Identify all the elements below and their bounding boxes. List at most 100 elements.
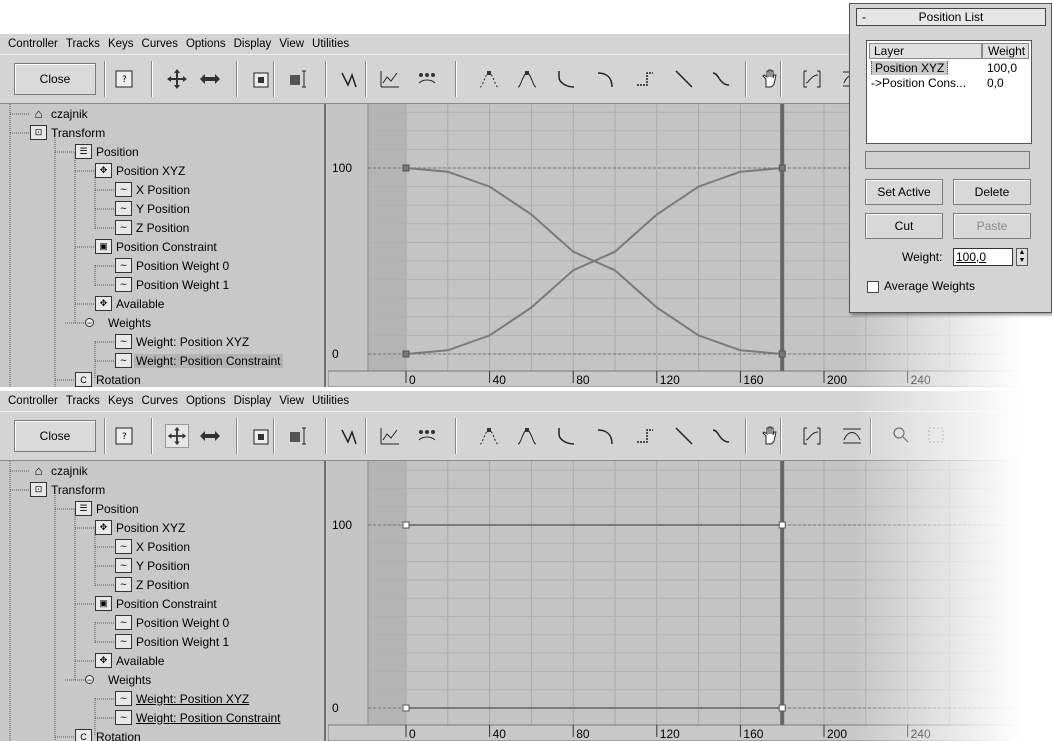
set-active-button[interactable]: Set Active — [865, 179, 943, 205]
weight-input[interactable]: 100,0 — [953, 248, 1013, 266]
layer-row[interactable]: Position XYZ 100,0 — [869, 61, 1029, 75]
tangent-smooth-icon[interactable] — [709, 67, 733, 91]
scale-values-icon[interactable] — [287, 424, 311, 448]
menu-tracks[interactable]: Tracks — [66, 395, 100, 407]
pan-icon[interactable] — [758, 424, 782, 448]
paste-button[interactable]: Paste — [953, 213, 1031, 239]
col-layer[interactable]: Layer — [869, 43, 982, 59]
tree-item[interactable]: ✥ Available — [95, 294, 166, 313]
tree-item[interactable]: ⊡ Transform — [30, 480, 107, 499]
add-key-icon[interactable] — [339, 67, 363, 91]
pan-icon[interactable] — [758, 67, 782, 91]
zoom-horizontal-extents-icon[interactable] — [800, 67, 824, 91]
tangent-step-icon[interactable] — [633, 424, 657, 448]
slide-keys-icon[interactable] — [198, 424, 222, 448]
tangent-fast-icon[interactable] — [554, 424, 578, 448]
reduce-keys-icon[interactable] — [415, 67, 439, 91]
tangent-step-icon[interactable] — [633, 67, 657, 91]
menu-controller[interactable]: Controller — [8, 38, 58, 50]
delete-button[interactable]: Delete — [953, 179, 1031, 205]
tree-item[interactable]: ▣ Position Constraint — [95, 594, 219, 613]
move-keys-icon[interactable] — [165, 424, 189, 448]
menu-display[interactable]: Display — [234, 38, 272, 50]
menu-tracks[interactable]: Tracks — [66, 38, 100, 50]
tree-item[interactable]: ⌂ czajnik — [30, 461, 90, 480]
tangent-linear-icon[interactable] — [672, 67, 696, 91]
cut-button[interactable]: Cut — [865, 213, 943, 239]
tree-item[interactable]: C Rotation — [75, 727, 143, 741]
reduce-keys-icon[interactable] — [415, 424, 439, 448]
zoom-horizontal-extents-icon[interactable] — [800, 424, 824, 448]
menu-keys[interactable]: Keys — [108, 38, 134, 50]
filter-icon[interactable]: ? — [112, 67, 136, 91]
menu-view[interactable]: View — [279, 38, 304, 50]
scale-keys-icon[interactable] — [250, 424, 274, 448]
tree-item[interactable]: ∼ X Position — [115, 537, 192, 556]
tree-item[interactable]: ⌂ czajnik — [30, 104, 90, 123]
tangent-smooth-icon[interactable] — [709, 424, 733, 448]
tree-item[interactable]: ∼ Position Weight 1 — [115, 632, 231, 651]
menu-display[interactable]: Display — [234, 395, 272, 407]
tangent-fast-icon[interactable] — [554, 67, 578, 91]
tree-item[interactable]: ∼ X Position — [115, 180, 192, 199]
collapse-icon[interactable]: - — [857, 10, 871, 24]
move-keys-icon[interactable] — [165, 67, 189, 91]
scale-keys-icon[interactable] — [250, 67, 274, 91]
curve-graph[interactable]: 100 0 0 40 80 120 160 200 240 — [328, 461, 1052, 741]
menu-utilities[interactable]: Utilities — [312, 38, 349, 50]
tangent-custom-icon[interactable] — [515, 67, 539, 91]
weight-spinner-icon[interactable]: ▲ ▼ — [1016, 248, 1028, 266]
tangent-auto-icon[interactable] — [477, 67, 501, 91]
slide-keys-icon[interactable] — [198, 67, 222, 91]
tree-item[interactable]: ∼ Position Weight 0 — [115, 256, 231, 275]
tree-item[interactable]: ☰ Position — [75, 499, 141, 518]
rollout-title[interactable]: - Position List — [856, 8, 1046, 26]
tree-item[interactable]: ∼ Weight: Position Constraint — [115, 351, 283, 370]
tree-item[interactable]: ∼ Y Position — [115, 556, 192, 575]
tree-item[interactable]: ⊡ Transform — [30, 123, 107, 142]
tree-item[interactable]: ∼ Weight: Position Constraint — [115, 708, 283, 727]
zoom-value-extents-icon[interactable] — [840, 424, 864, 448]
tree-item[interactable]: ∼ Y Position — [115, 199, 192, 218]
menu-curves[interactable]: Curves — [142, 395, 178, 407]
tree-item[interactable]: ✥ Position XYZ — [95, 161, 187, 180]
menu-options[interactable]: Options — [186, 38, 226, 50]
filter-icon[interactable]: ? — [112, 424, 136, 448]
menu-keys[interactable]: Keys — [108, 395, 134, 407]
tree-item[interactable]: − Weights — [85, 670, 153, 689]
zoom-region-icon[interactable] — [925, 424, 949, 448]
average-weights-checkbox[interactable] — [867, 281, 879, 293]
tree-item[interactable]: ☰ Position — [75, 142, 141, 161]
menu-options[interactable]: Options — [186, 395, 226, 407]
layer-name-field[interactable] — [865, 151, 1030, 169]
tangent-linear-icon[interactable] — [672, 424, 696, 448]
tree-item[interactable]: C Rotation — [75, 370, 143, 387]
tangent-auto-icon[interactable] — [477, 424, 501, 448]
tree-item[interactable]: ∼ Position Weight 1 — [115, 275, 231, 294]
scale-values-icon[interactable] — [287, 67, 311, 91]
tangent-slow-icon[interactable] — [594, 67, 618, 91]
tree-item[interactable]: ∼ Z Position — [115, 218, 191, 237]
tangent-slow-icon[interactable] — [594, 424, 618, 448]
tree-item[interactable]: ∼ Weight: Position XYZ — [115, 332, 251, 351]
tree-item[interactable]: − Weights — [85, 313, 153, 332]
zoom-icon[interactable] — [890, 424, 914, 448]
layer-row[interactable]: ->Position Cons... 0,0 — [869, 76, 1029, 90]
tree-item[interactable]: ∼ Weight: Position XYZ — [115, 689, 251, 708]
tree-item[interactable]: ∼ Position Weight 0 — [115, 613, 231, 632]
close-button[interactable]: Close — [14, 63, 96, 95]
menu-controller[interactable]: Controller — [8, 395, 58, 407]
menu-view[interactable]: View — [279, 395, 304, 407]
close-button[interactable]: Close — [14, 420, 96, 452]
add-key-icon[interactable] — [339, 424, 363, 448]
tree-item[interactable]: ∼ Z Position — [115, 575, 191, 594]
menu-curves[interactable]: Curves — [142, 38, 178, 50]
col-weight[interactable]: Weight — [982, 43, 1029, 59]
draw-curves-icon[interactable] — [378, 67, 402, 91]
layer-list[interactable]: Layer Weight Position XYZ 100,0 ->Positi… — [866, 40, 1032, 144]
tangent-custom-icon[interactable] — [515, 424, 539, 448]
menu-utilities[interactable]: Utilities — [312, 395, 349, 407]
tree-item[interactable]: ▣ Position Constraint — [95, 237, 219, 256]
tree-item[interactable]: ✥ Available — [95, 651, 166, 670]
tree-item[interactable]: ✥ Position XYZ — [95, 518, 187, 537]
